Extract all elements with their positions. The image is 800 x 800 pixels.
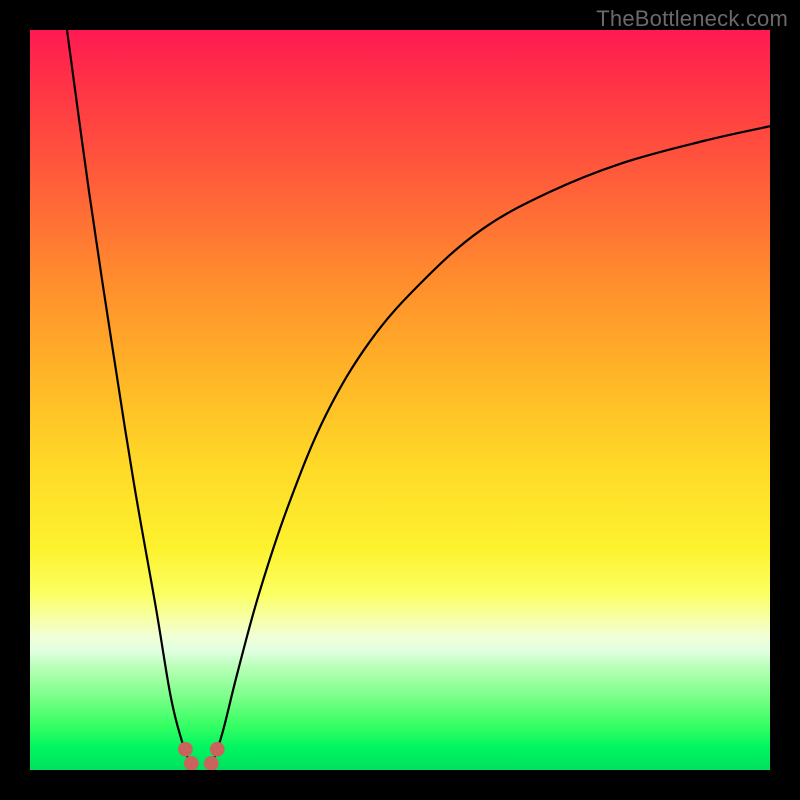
marker-group	[178, 742, 225, 770]
curve-left-branch	[67, 30, 191, 766]
curve-marker	[184, 756, 199, 770]
chart-frame: TheBottleneck.com	[0, 0, 800, 800]
curve-marker	[210, 742, 225, 757]
watermark-text: TheBottleneck.com	[596, 6, 788, 32]
plot-area	[30, 30, 770, 770]
curve-marker	[204, 756, 219, 770]
curve-right-branch	[211, 126, 770, 766]
bottleneck-curve	[30, 30, 770, 770]
curve-marker	[178, 742, 193, 757]
